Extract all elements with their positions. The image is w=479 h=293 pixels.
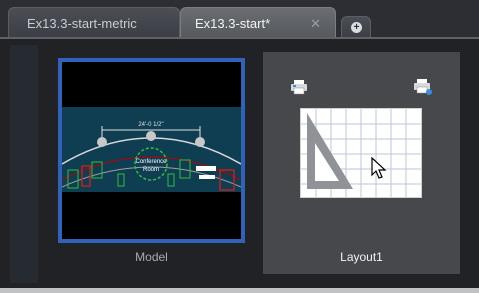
tab-ex13-3-start-metric[interactable]: Ex13.3-start-metric: [8, 7, 180, 38]
layout-paper-preview: [300, 108, 422, 198]
dimension-text: 24'-0 1/2": [138, 122, 163, 128]
close-icon[interactable]: ✕: [310, 8, 321, 39]
model-drawing-preview: 24'-0 1/2" Conference Room: [61, 62, 242, 239]
layout1-label: Layout1: [340, 250, 383, 264]
room-name-line1: Conference: [135, 159, 167, 165]
tab-bar-divider: [0, 37, 479, 39]
layout-sheet-graphic: [301, 109, 421, 197]
tab-label: Ex13.3-start*: [195, 16, 271, 31]
document-tab-bar: Ex13.3-start-metric Ex13.3-start* ✕ +: [0, 0, 479, 38]
tab-ex13-3-start[interactable]: Ex13.3-start* ✕: [180, 7, 336, 38]
bottom-border: [0, 288, 479, 293]
plus-icon: +: [351, 22, 362, 33]
room-name-line2: Room: [143, 167, 159, 173]
new-tab-button[interactable]: +: [341, 16, 371, 38]
mouse-pointer-icon: [371, 157, 387, 179]
printer-icon[interactable]: [290, 79, 308, 95]
printer-icon[interactable]: [413, 78, 433, 96]
side-strip: [10, 45, 38, 283]
model-label: Model: [135, 250, 168, 264]
layout-tabs-panel: Ex13.3-start-metric Ex13.3-start* ✕ + 24…: [0, 0, 479, 293]
layout1-thumbnail[interactable]: Layout1: [263, 52, 460, 274]
tab-label: Ex13.3-start-metric: [27, 16, 137, 31]
model-thumbnail[interactable]: 24'-0 1/2" Conference Room: [58, 58, 245, 243]
